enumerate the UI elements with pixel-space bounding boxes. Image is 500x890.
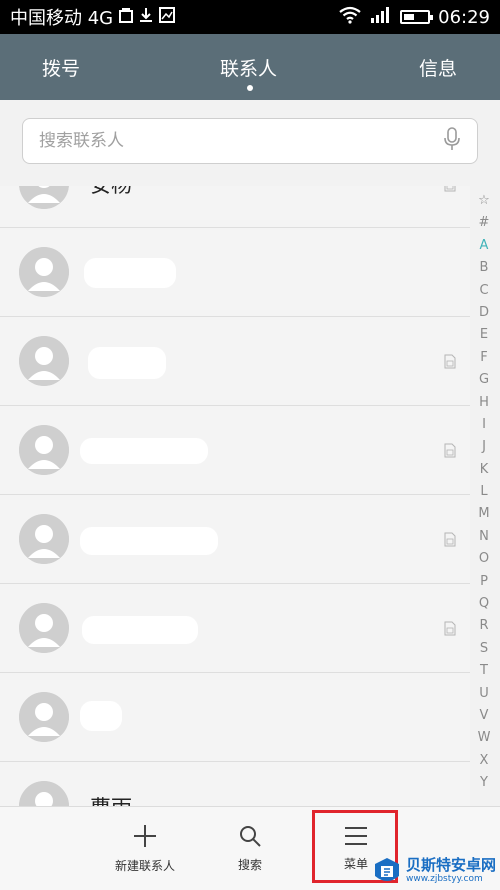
sim-card-icon <box>444 354 456 369</box>
index-letter[interactable]: R <box>479 615 488 637</box>
index-letter[interactable]: X <box>480 750 489 772</box>
menu-label: 菜单 <box>343 857 368 871</box>
contact-row[interactable] <box>0 495 470 584</box>
active-tab-indicator <box>247 85 253 91</box>
watermark-logo-icon <box>375 858 399 881</box>
redacted-name <box>88 347 166 379</box>
index-letter[interactable]: T <box>480 660 488 682</box>
redacted-name <box>80 438 208 464</box>
redacted-name <box>84 258 176 288</box>
plus-icon <box>134 825 156 847</box>
index-letter[interactable]: B <box>480 257 489 279</box>
contact-row[interactable] <box>0 673 470 762</box>
search-box <box>22 118 478 164</box>
search-button[interactable]: 搜索 <box>215 807 285 890</box>
tab-dial[interactable]: 拨号 <box>42 34 80 100</box>
signal-icon <box>370 6 392 29</box>
contact-row[interactable]: 曹雨 <box>0 762 470 806</box>
index-letter[interactable]: N <box>479 526 489 548</box>
redacted-name <box>82 616 198 644</box>
battery-icon <box>400 10 434 24</box>
index-letter[interactable]: U <box>479 683 489 705</box>
contact-row[interactable] <box>0 406 470 495</box>
tab-bar: 拨号 联系人 信息 <box>0 34 500 100</box>
index-letter[interactable]: I <box>482 414 486 436</box>
contact-row[interactable] <box>0 228 470 317</box>
redacted-name <box>80 527 218 555</box>
contact-row[interactable] <box>0 317 470 406</box>
status-bar: 中国移动 4G 06:29 <box>0 0 500 34</box>
contact-row[interactable] <box>0 584 470 673</box>
index-letter[interactable]: K <box>480 459 489 481</box>
contact-name: 安杨 <box>90 186 132 199</box>
wifi-icon <box>338 6 362 29</box>
index-letter[interactable]: V <box>480 705 489 727</box>
index-letter[interactable]: Q <box>479 593 489 615</box>
image-icon <box>159 6 176 28</box>
index-letter[interactable]: H <box>479 392 489 414</box>
avatar <box>19 186 69 209</box>
index-letter[interactable]: C <box>479 280 488 302</box>
microphone-icon[interactable] <box>441 126 463 156</box>
avatar <box>19 692 69 742</box>
sim-card-icon <box>444 621 456 636</box>
menu-icon <box>345 827 367 845</box>
watermark: 贝斯特安卓网 www.zjbstyy.com <box>372 856 496 886</box>
index-letter[interactable]: P <box>480 571 488 593</box>
index-letter[interactable]: # <box>479 212 490 234</box>
index-letter[interactable]: ☆ <box>478 190 490 212</box>
index-letter[interactable]: Y <box>480 772 488 794</box>
avatar <box>19 425 69 475</box>
index-letter[interactable]: W <box>478 727 491 749</box>
avatar <box>19 247 69 297</box>
search-section <box>0 100 500 186</box>
contact-name: 曹雨 <box>90 792 132 806</box>
index-letter[interactable]: F <box>480 347 487 369</box>
avatar <box>19 781 69 806</box>
watermark-title: 贝斯特安卓网 <box>406 856 497 874</box>
status-left: 中国移动 4G <box>10 4 338 30</box>
sim-card-icon <box>444 186 456 192</box>
index-letter[interactable]: M <box>478 503 489 525</box>
contact-row[interactable]: 安杨 <box>0 186 470 228</box>
avatar <box>19 603 69 653</box>
download-icon <box>139 7 153 28</box>
index-letter[interactable]: O <box>479 548 489 570</box>
status-right: 06:29 <box>338 6 490 29</box>
index-letter[interactable]: S <box>480 638 488 660</box>
carrier-label: 中国移动 4G <box>10 8 114 29</box>
watermark-url: www.zjbstyy.com <box>406 874 483 884</box>
search-input[interactable] <box>37 130 441 152</box>
new-contact-button[interactable]: 新建联系人 <box>100 807 190 890</box>
avatar <box>19 336 69 386</box>
index-letter[interactable]: L <box>480 481 487 503</box>
avatar <box>19 514 69 564</box>
search-icon <box>240 826 261 847</box>
clock: 06:29 <box>438 6 490 28</box>
new-contact-label: 新建联系人 <box>114 859 175 873</box>
sim-card-icon <box>444 443 456 458</box>
sim-card-icon <box>444 532 456 547</box>
redacted-name <box>80 701 122 731</box>
index-letter[interactable]: J <box>482 436 486 458</box>
alphabet-index[interactable]: ☆ # A B C D E F G H I J K L M N O P Q R S T U V W X Y <box>474 190 494 800</box>
search-label: 搜索 <box>237 858 262 872</box>
watermark-text: 贝斯特安卓网 www.zjbstyy.com <box>406 858 496 884</box>
index-letter[interactable]: A <box>480 235 489 257</box>
index-letter[interactable]: E <box>480 324 488 346</box>
sim-lock-icon <box>119 7 134 28</box>
index-letter[interactable]: D <box>479 302 489 324</box>
contact-list: 安杨 <box>0 186 470 806</box>
index-letter[interactable]: G <box>479 369 489 391</box>
tab-messages[interactable]: 信息 <box>419 34 457 100</box>
